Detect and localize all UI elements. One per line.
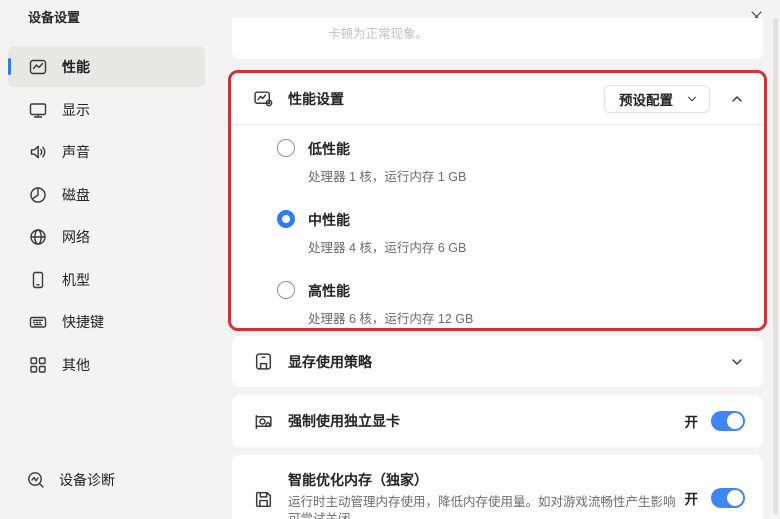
performance-settings-header: 性能设置 预设配置 <box>231 73 764 125</box>
device-diagnostics-label: 设备诊断 <box>59 470 115 490</box>
sidebar-item-shortcuts[interactable]: 快捷键 <box>8 301 205 342</box>
memory-toggle[interactable] <box>711 488 745 508</box>
radio-medium-performance[interactable] <box>277 210 295 228</box>
force-dedicated-gpu-card: 强制使用独立显卡 开 <box>232 395 763 447</box>
sidebar-item-label: 机型 <box>62 270 90 290</box>
memory-toggle-state-label: 开 <box>685 488 699 508</box>
gpu-toggle[interactable] <box>711 411 745 431</box>
settings-scroll-area: 卡顿为正常现象。 性能设置 预设配置 低性能 处理器 1 核，运行内存 1 GB <box>232 0 763 519</box>
smart-memory-card: 智能优化内存（独家） 运行时主动管理内存使用，降低内存使用量。如对游戏流畅性产生… <box>232 455 763 519</box>
sidebar-item-other[interactable]: 其他 <box>8 344 205 385</box>
performance-settings-title: 性能设置 <box>288 89 344 109</box>
chevron-down-icon[interactable] <box>729 354 745 370</box>
sidebar-item-label: 显示 <box>62 100 90 120</box>
collapse-section-button[interactable] <box>725 87 749 111</box>
gpu-icon <box>253 411 274 432</box>
performance-icon <box>28 57 48 77</box>
scrolled-card-partial: 卡顿为正常现象。 <box>232 18 763 59</box>
vram-icon <box>253 351 274 372</box>
sidebar-item-label: 声音 <box>62 142 90 162</box>
radio-low-performance[interactable] <box>277 139 295 157</box>
gpu-toggle-state-label: 开 <box>685 411 699 431</box>
sidebar-item-label: 快捷键 <box>62 312 104 332</box>
grid-icon <box>28 355 48 375</box>
sidebar-item-label: 磁盘 <box>62 185 90 205</box>
keyboard-icon <box>28 312 48 332</box>
vram-policy-card[interactable]: 显存使用策略 <box>232 336 763 387</box>
device-diagnostics-button[interactable]: 设备诊断 <box>26 470 115 490</box>
scrolled-partial-text: 卡顿为正常现象。 <box>328 23 428 42</box>
sidebar-item-network[interactable]: 网络 <box>8 216 205 257</box>
option-label: 高性能 <box>308 281 764 301</box>
device-model-icon <box>28 270 48 290</box>
smart-memory-title: 智能优化内存（独家） <box>288 470 680 490</box>
sound-icon <box>28 142 48 162</box>
sidebar-item-performance[interactable]: 性能 <box>8 46 205 87</box>
network-icon <box>28 227 48 247</box>
display-icon <box>28 100 48 120</box>
sidebar-item-label: 性能 <box>62 57 90 77</box>
option-description: 处理器 6 核，运行内存 12 GB <box>308 308 764 327</box>
sidebar-item-device-model[interactable]: 机型 <box>8 259 205 300</box>
option-description: 处理器 4 核，运行内存 6 GB <box>308 237 764 256</box>
chevron-down-icon <box>685 92 699 106</box>
option-high-performance[interactable]: 高性能 处理器 6 核，运行内存 12 GB <box>277 281 764 327</box>
sidebar-item-label: 网络 <box>62 227 90 247</box>
vram-policy-title: 显存使用策略 <box>288 352 372 372</box>
preset-config-dropdown[interactable]: 预设配置 <box>604 85 710 113</box>
option-label: 中性能 <box>308 210 764 230</box>
window-title: 设备设置 <box>28 7 80 26</box>
smart-memory-description: 运行时主动管理内存使用，降低内存使用量。如对游戏流畅性产生影响可尝试关闭。 <box>288 494 680 519</box>
option-medium-performance[interactable]: 中性能 处理器 4 核，运行内存 6 GB <box>277 210 764 256</box>
option-label: 低性能 <box>308 139 764 159</box>
performance-settings-icon <box>253 88 274 109</box>
sidebar-item-sound[interactable]: 声音 <box>8 131 205 172</box>
sidebar-item-display[interactable]: 显示 <box>8 89 205 130</box>
vertical-scrollbar[interactable] <box>773 18 778 514</box>
force-gpu-title: 强制使用独立显卡 <box>288 411 400 431</box>
diagnostics-icon <box>26 470 46 490</box>
option-low-performance[interactable]: 低性能 处理器 1 核，运行内存 1 GB <box>277 139 764 185</box>
chevron-up-icon <box>729 91 745 107</box>
radio-high-performance[interactable] <box>277 281 295 299</box>
sidebar-item-disk[interactable]: 磁盘 <box>8 174 205 215</box>
performance-settings-card: 性能设置 预设配置 低性能 处理器 1 核，运行内存 1 GB 中性能 <box>228 70 767 331</box>
performance-options-group: 低性能 处理器 1 核，运行内存 1 GB 中性能 处理器 4 核，运行内存 6… <box>231 125 764 327</box>
option-description: 处理器 1 核，运行内存 1 GB <box>308 166 764 185</box>
sidebar-item-label: 其他 <box>62 355 90 375</box>
device-settings-dialog: 设备设置 性能 显示 声音 磁盘 网络 机型 快捷键 其他 设备诊断 <box>0 0 780 519</box>
memory-save-icon <box>253 489 274 510</box>
disk-icon <box>28 185 48 205</box>
preset-config-value: 预设配置 <box>619 89 673 109</box>
